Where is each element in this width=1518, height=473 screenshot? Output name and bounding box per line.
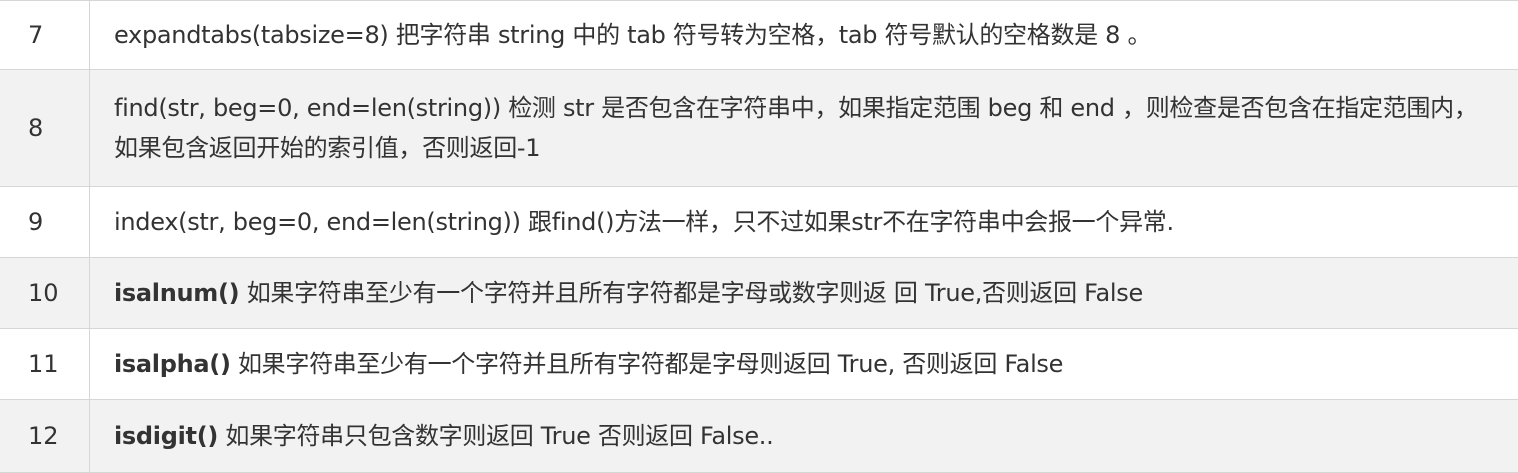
- table-row: 7 expandtabs(tabsize=8) 把字符串 string 中的 t…: [0, 0, 1518, 70]
- table-row: 8 find(str, beg=0, end=len(string)) 检测 s…: [0, 70, 1518, 187]
- method-name: isdigit(): [114, 422, 219, 450]
- table-row: 11 isalpha() 如果字符串至少有一个字符并且所有字符都是字母则返回 T…: [0, 329, 1518, 400]
- description-text: isalnum() 如果字符串至少有一个字符并且所有字符都是字母或数字则返 回 …: [114, 273, 1143, 313]
- description-text: find(str, beg=0, end=len(string)) 检测 str…: [114, 94, 1478, 162]
- row-number: 10: [0, 258, 90, 328]
- string-methods-table: 7 expandtabs(tabsize=8) 把字符串 string 中的 t…: [0, 0, 1518, 473]
- method-description: 如果字符串至少有一个字符并且所有字符都是字母则返回 True, 否则返回 Fal…: [230, 350, 1064, 378]
- method-name: isalpha(): [114, 350, 231, 378]
- row-number: 12: [0, 400, 90, 472]
- row-number: 11: [0, 329, 90, 399]
- row-description: find(str, beg=0, end=len(string)) 检测 str…: [90, 70, 1518, 186]
- description-text: isalpha() 如果字符串至少有一个字符并且所有字符都是字母则返回 True…: [114, 344, 1063, 384]
- description-text: isdigit() 如果字符串只包含数字则返回 True 否则返回 False.…: [114, 416, 774, 456]
- row-number: 7: [0, 0, 90, 69]
- method-description: 如果字符串只包含数字则返回 True 否则返回 False..: [218, 422, 774, 450]
- row-description: isalpha() 如果字符串至少有一个字符并且所有字符都是字母则返回 True…: [90, 329, 1518, 399]
- row-description: index(str, beg=0, end=len(string)) 跟find…: [90, 187, 1518, 257]
- method-description: 如果字符串至少有一个字符并且所有字符都是字母或数字则返 回 True,否则返回 …: [239, 279, 1144, 307]
- row-description: isdigit() 如果字符串只包含数字则返回 True 否则返回 False.…: [90, 400, 1518, 472]
- table-row: 12 isdigit() 如果字符串只包含数字则返回 True 否则返回 Fal…: [0, 400, 1518, 473]
- row-description: expandtabs(tabsize=8) 把字符串 string 中的 tab…: [90, 0, 1518, 69]
- row-description: isalnum() 如果字符串至少有一个字符并且所有字符都是字母或数字则返 回 …: [90, 258, 1518, 328]
- description-text: index(str, beg=0, end=len(string)) 跟find…: [114, 208, 1174, 236]
- row-number: 9: [0, 187, 90, 257]
- table-row: 10 isalnum() 如果字符串至少有一个字符并且所有字符都是字母或数字则返…: [0, 258, 1518, 329]
- table-top-border: [0, 0, 1518, 1]
- method-name: isalnum(): [114, 279, 240, 307]
- row-number: 8: [0, 70, 90, 186]
- description-text: expandtabs(tabsize=8) 把字符串 string 中的 tab…: [114, 20, 1152, 49]
- table-row: 9 index(str, beg=0, end=len(string)) 跟fi…: [0, 187, 1518, 258]
